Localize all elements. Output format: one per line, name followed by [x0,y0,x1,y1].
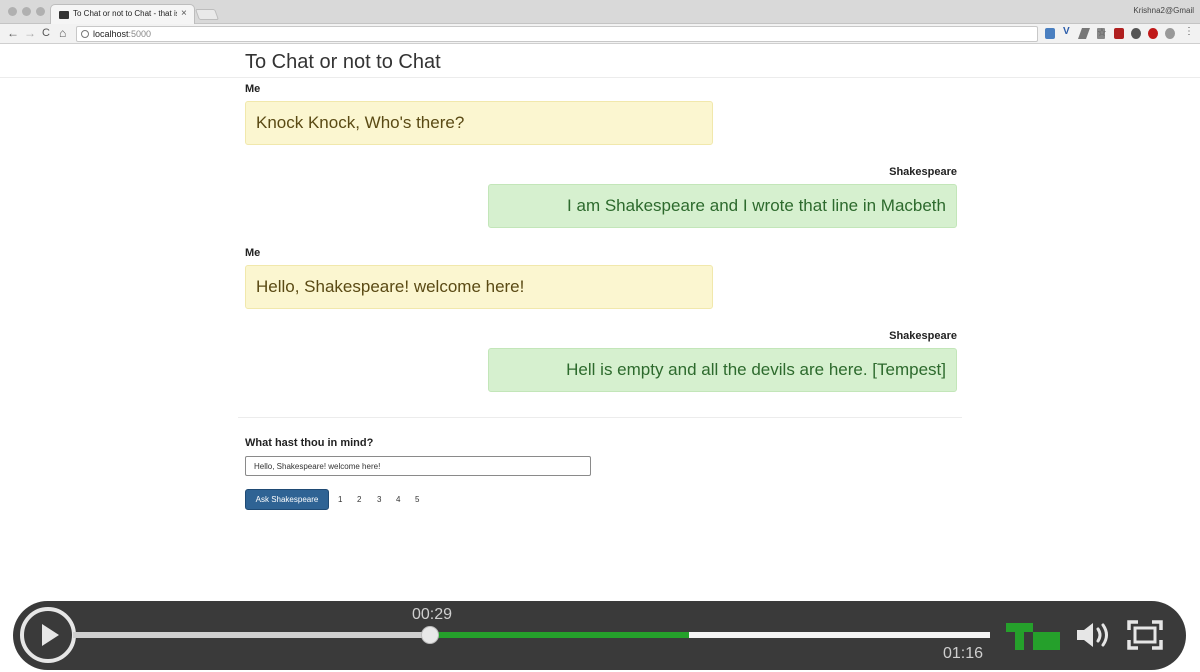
forward-icon[interactable]: → [24,26,36,40]
browser-tab[interactable]: To Chat or not to Chat - that is × [50,4,195,24]
pen-icon[interactable] [1077,28,1091,39]
url-port: :5000 [128,29,152,39]
back-icon[interactable]: ← [7,26,19,40]
zoom-window-button[interactable] [36,7,45,16]
message-bubble: Hello, Shakespeare! welcome here! [245,265,713,309]
address-bar[interactable]: localhost:5000 [76,26,1038,42]
prompt-input[interactable] [245,456,591,476]
reload-icon[interactable]: C [42,27,50,39]
prompt-label: What hast thou in mind? [245,437,374,449]
divider [238,417,962,418]
progress-buffered [429,632,690,638]
progress-scrubber-handle[interactable] [420,626,439,644]
stop-icon[interactable] [1131,28,1141,39]
camera-icon[interactable] [1165,28,1175,39]
message-sender: Shakespeare [889,166,957,178]
circle-icon[interactable] [1148,28,1158,39]
close-window-button[interactable] [8,7,17,16]
page-link-1[interactable]: 1 [338,495,342,504]
message-sender: Shakespeare [889,330,957,342]
progress-played [73,632,430,638]
v-icon[interactable]: V [1063,26,1071,37]
current-time: 00:29 [412,606,453,623]
star-icon[interactable]: ☆ [1097,26,1107,39]
message-bubble: Knock Knock, Who's there? [245,101,713,145]
message-sender: Me [245,83,261,95]
page-link-5[interactable]: 5 [415,495,419,504]
volume-icon[interactable] [1075,620,1113,650]
message-sender: Me [245,247,261,259]
message-bubble: Hell is empty and all the devils are her… [488,348,957,392]
info-icon[interactable] [81,30,89,38]
screen: To Chat or not to Chat - that is × Krish… [0,0,1200,672]
techcrunch-logo [1006,623,1060,650]
total-time: 01:16 [943,645,984,662]
fullscreen-icon[interactable] [1127,620,1163,650]
message-bubble: I am Shakespeare and I wrote that line i… [488,184,957,228]
tab-favicon-icon [59,11,69,19]
page-link-4[interactable]: 4 [396,495,400,504]
minimize-window-button[interactable] [22,7,31,16]
play-icon[interactable] [42,624,59,646]
tab-close-icon[interactable]: × [181,8,187,19]
url-host: localhost [93,29,129,39]
page-header: To Chat or not to Chat [0,45,1200,78]
ask-shakespeare-button[interactable]: Ask Shakespeare [245,489,329,510]
url-text: localhost:5000 [93,29,151,39]
shield-icon[interactable] [1114,28,1124,39]
page-link-3[interactable]: 3 [377,495,381,504]
calendar-icon[interactable] [1045,28,1055,39]
new-tab-button[interactable] [194,9,220,20]
profile-name[interactable]: Krishna2@Gmail [1133,6,1194,15]
menu-icon[interactable]: ⋮ [1184,26,1194,37]
page-link-2[interactable]: 2 [357,495,361,504]
page-title: To Chat or not to Chat [245,51,441,73]
browser-tab-bar: To Chat or not to Chat - that is × Krish… [0,0,1200,24]
tab-title: To Chat or not to Chat - that is [73,9,177,18]
browser-toolbar: ← → C ⌂ localhost:5000 V ☆ ⋮ [0,24,1200,44]
home-icon[interactable]: ⌂ [59,26,66,40]
